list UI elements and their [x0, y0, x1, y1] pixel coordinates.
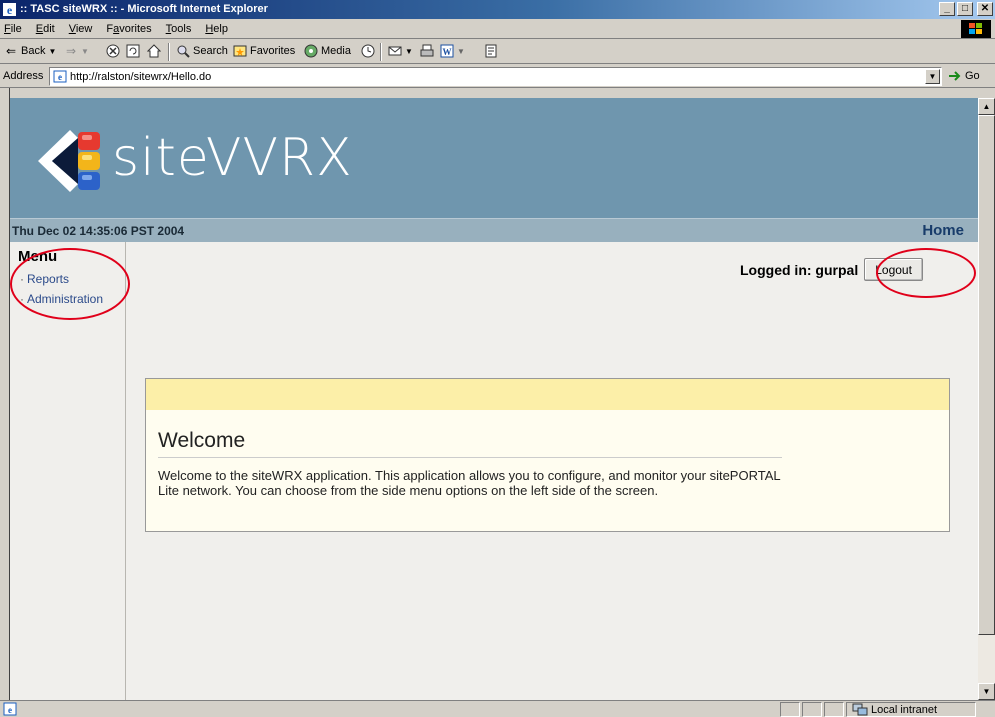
date-bar: Thu Dec 02 14:35:06 PST 2004 Home — [10, 218, 978, 242]
forward-dropdown-icon: ▼ — [81, 46, 89, 56]
page-icon: e — [53, 70, 67, 83]
media-icon — [304, 44, 318, 58]
svg-text:e: e — [58, 72, 62, 82]
go-icon — [949, 71, 961, 81]
mail-button[interactable]: ▼ — [388, 44, 413, 58]
logout-button[interactable]: Logout — [864, 258, 923, 281]
menu-favorites[interactable]: Favorites — [106, 23, 151, 35]
scrollbar-thumb[interactable] — [978, 115, 995, 635]
back-button[interactable]: ⇐ Back ▼ — [4, 44, 56, 58]
history-icon — [361, 44, 375, 58]
menu-help[interactable]: Help — [205, 23, 228, 35]
address-dropdown-icon[interactable]: ▼ — [925, 69, 940, 84]
status-bar: e Local intranet — [0, 700, 995, 717]
svg-text:e: e — [8, 705, 12, 715]
user-bar: Logged in: gurpal Logout — [740, 258, 923, 281]
standard-toolbar: ⇐ Back ▼ ⇒ ▼ Search Favorites Media ▼ W … — [0, 40, 995, 64]
discuss-button[interactable] — [484, 44, 498, 58]
home-link[interactable]: Home — [922, 222, 964, 239]
menu-link-administration[interactable]: · Administration — [20, 292, 103, 306]
site-logo-text: siteVVRX — [112, 128, 353, 188]
menu-link-reports[interactable]: · Reports — [20, 272, 69, 286]
side-menu: Menu · Reports · Administration — [10, 242, 126, 700]
sitewrx-logo-icon — [38, 130, 100, 192]
site-banner: siteVVRX — [10, 98, 978, 218]
logged-in-label: Logged in: gurpal — [740, 261, 859, 278]
history-button[interactable] — [361, 44, 375, 58]
welcome-header-strip — [146, 379, 949, 410]
security-zone: Local intranet — [852, 703, 937, 716]
windows-flag-icon — [961, 20, 991, 38]
print-button[interactable] — [420, 44, 434, 58]
word-icon: W — [440, 44, 454, 58]
stop-icon — [106, 44, 120, 58]
forward-button[interactable]: ⇒ ▼ — [64, 44, 89, 58]
edit-dropdown-icon: ▼ — [457, 46, 465, 56]
address-url: http://ralston/sitewrx/Hello.do — [70, 71, 212, 83]
ie-logo-icon: e — [3, 3, 16, 17]
mail-icon — [388, 46, 402, 56]
window-title: :: TASC siteWRX :: - Microsoft Internet … — [20, 3, 268, 15]
address-label: Address — [3, 70, 44, 82]
local-intranet-icon — [852, 703, 868, 716]
home-button[interactable] — [147, 44, 161, 58]
minimize-button[interactable]: _ — [939, 2, 955, 16]
svg-text:e: e — [7, 3, 13, 17]
forward-icon: ⇒ — [65, 44, 77, 58]
page-status-icon: e — [3, 702, 17, 716]
mail-dropdown-icon: ▼ — [405, 46, 413, 56]
welcome-heading: Welcome — [158, 429, 246, 452]
svg-text:W: W — [443, 47, 452, 57]
close-button[interactable]: ✕ — [977, 2, 993, 16]
menu-tools[interactable]: Tools — [166, 23, 192, 35]
search-button[interactable]: Search — [176, 44, 228, 58]
media-button[interactable]: Media — [304, 44, 351, 58]
menu-title: Menu — [18, 248, 58, 265]
welcome-divider — [158, 457, 782, 458]
discuss-icon — [485, 44, 497, 58]
window-title-bar[interactable]: e :: TASC siteWRX :: - Microsoft Interne… — [0, 0, 995, 19]
refresh-button[interactable] — [126, 44, 140, 58]
vertical-scrollbar[interactable]: ▲ ▼ — [978, 98, 995, 700]
scroll-up-icon[interactable]: ▲ — [978, 98, 995, 115]
refresh-icon — [126, 44, 140, 58]
print-icon — [420, 44, 434, 57]
back-icon: ⇐ — [5, 44, 17, 58]
favorites-icon — [233, 45, 247, 57]
home-icon — [147, 44, 161, 58]
welcome-body: Welcome to the siteWRX application. This… — [158, 468, 781, 498]
back-dropdown-icon: ▼ — [48, 46, 57, 56]
menu-file[interactable]: File — [4, 23, 22, 35]
menu-bar: File Edit View Favorites Tools Help — [0, 19, 995, 39]
maximize-button[interactable]: □ — [957, 2, 973, 16]
search-icon — [177, 45, 190, 58]
scroll-down-icon[interactable]: ▼ — [978, 683, 995, 700]
address-bar: Address e http://ralston/sitewrx/Hello.d… — [0, 65, 995, 88]
stop-button[interactable] — [106, 44, 120, 58]
welcome-panel: Welcome Welcome to the siteWRX applicati… — [145, 378, 950, 532]
go-button[interactable]: Go — [948, 70, 980, 82]
current-datetime: Thu Dec 02 14:35:06 PST 2004 — [12, 224, 185, 238]
edit-word-button[interactable]: W ▼ — [440, 44, 465, 58]
menu-view[interactable]: View — [69, 23, 93, 35]
menu-edit[interactable]: Edit — [36, 23, 55, 35]
page-viewport: siteVVRX Thu Dec 02 14:35:06 PST 2004 Ho… — [10, 98, 978, 700]
favorites-button[interactable]: Favorites — [233, 44, 295, 58]
address-input[interactable]: e http://ralston/sitewrx/Hello.do ▼ — [49, 67, 942, 86]
